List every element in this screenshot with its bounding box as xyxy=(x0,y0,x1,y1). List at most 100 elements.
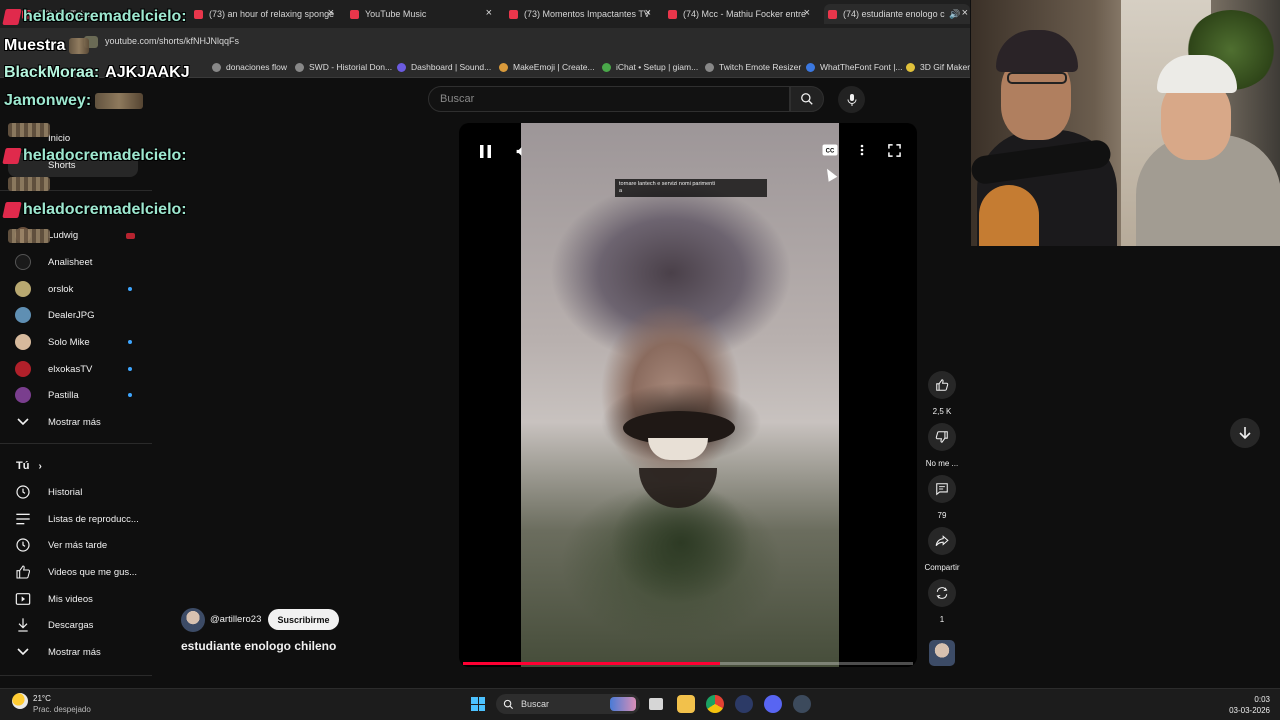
windows-taskbar xyxy=(0,688,1280,720)
sidebar-item-show-more-you[interactable]: Mostrar más xyxy=(14,640,154,664)
tab-label: (73) an hour of relaxing sponge xyxy=(209,9,335,19)
sidebar-item-liked-videos[interactable]: Videos que me gus... xyxy=(14,560,154,584)
you-section-heading[interactable]: Tú › xyxy=(16,460,42,472)
volume-button[interactable] xyxy=(511,141,531,161)
channel-avatar[interactable] xyxy=(181,608,205,632)
sidebar-item-playlists[interactable]: Listas de reproducc... xyxy=(14,507,154,531)
channel-name[interactable]: @artillero23 xyxy=(210,614,261,625)
tab-label: (73) Momentos Impactantes TV xyxy=(524,9,650,19)
search-button[interactable] xyxy=(790,86,824,112)
sidebar-item-analisheet[interactable]: Analisheet xyxy=(14,250,154,274)
sidebar-item-elxokastv[interactable]: elxokasTV xyxy=(14,357,154,381)
close-tab-icon[interactable]: × xyxy=(962,7,968,19)
taskbar-clock[interactable]: 0:03 03-03-2026 xyxy=(1226,694,1270,716)
windows-start-icon[interactable] xyxy=(471,697,485,711)
task-view-icon[interactable] xyxy=(649,698,663,710)
remix-button[interactable]: 1 xyxy=(922,579,962,624)
subscribe-button[interactable]: Suscribirme xyxy=(268,609,339,630)
voice-search-button[interactable] xyxy=(838,86,865,113)
chevron-down-icon xyxy=(14,413,32,431)
chat-text: AJKJAAKJ xyxy=(105,64,190,81)
sidebar-item-label: Descargas xyxy=(48,619,94,631)
thumbs-up-icon xyxy=(14,563,32,581)
sidebar-item-downloads[interactable]: Descargas xyxy=(14,613,154,637)
chat-emote-icon xyxy=(8,177,50,191)
close-tab-icon[interactable]: × xyxy=(645,7,651,19)
video-frame[interactable]: tornare lantech e servizi nomi parimenti… xyxy=(521,123,839,667)
share-label: Compartir xyxy=(924,563,960,572)
search-input[interactable]: Buscar xyxy=(428,86,790,112)
sidebar-item-dealerjpg[interactable]: DealerJPG xyxy=(14,303,154,327)
browser-tab[interactable]: (73) Momentos Impactantes TV × xyxy=(509,4,653,24)
video-progress-bar[interactable] xyxy=(463,662,913,665)
sidebar-item-solo-mike[interactable]: Solo Mike xyxy=(14,330,154,354)
sidebar-item-historial[interactable]: Historial xyxy=(14,480,154,504)
search-icon xyxy=(503,699,514,709)
bookmark-icon xyxy=(295,62,304,72)
browser-tab[interactable]: (74) Mcc - Mathiu Focker entre × xyxy=(668,4,812,24)
taskbar-search[interactable]: Buscar xyxy=(496,694,640,714)
bookmark-item[interactable]: 3D Gif Maker xyxy=(906,62,970,72)
sidebar-item-label: Pastilla xyxy=(48,389,79,401)
browser-tab[interactable]: YouTube Music × xyxy=(350,4,494,24)
bookmark-item[interactable]: SWD - Historial Don... xyxy=(295,62,392,72)
bookmark-icon xyxy=(705,62,714,72)
sidebar-item-my-videos[interactable]: Mis videos xyxy=(14,587,154,611)
youtube-favicon-icon xyxy=(828,9,837,19)
dislike-button[interactable]: No me ... xyxy=(922,423,962,468)
file-explorer-icon[interactable] xyxy=(677,695,695,713)
discord-icon[interactable] xyxy=(764,695,782,713)
sidebar-item-show-more[interactable]: Mostrar más xyxy=(14,410,154,434)
channel-avatar xyxy=(15,254,31,270)
app-arrow-icon[interactable] xyxy=(735,695,753,713)
bookmark-item[interactable]: WhatTheFont Font |... xyxy=(806,62,903,72)
weather-icon[interactable] xyxy=(12,693,28,709)
pause-button[interactable] xyxy=(475,141,495,161)
sidebar-item-pastilla[interactable]: Pastilla xyxy=(14,383,154,407)
live-badge xyxy=(126,233,135,239)
audio-playing-icon[interactable]: 🔊 xyxy=(949,9,960,20)
sound-source-thumbnail[interactable] xyxy=(922,640,962,666)
sidebar-item-label: elxokasTV xyxy=(48,363,93,375)
bookmark-item[interactable]: Dashboard | Sound... xyxy=(397,62,491,72)
comments-button[interactable]: 79 xyxy=(922,475,962,520)
sidebar-item-watch-later[interactable]: Ver más tarde xyxy=(14,533,154,557)
steam-icon[interactable] xyxy=(793,695,811,713)
chat-username: heladocremadelcielo: xyxy=(23,8,187,25)
youtube-favicon-icon xyxy=(668,9,677,19)
bookmark-icon xyxy=(906,62,915,72)
chat-message: BlackMoraa: AJKJAAKJ xyxy=(4,64,190,82)
channel-avatar xyxy=(15,307,31,323)
svg-text:CC: CC xyxy=(826,149,835,155)
tab-label: (74) estudiante enologo ch xyxy=(843,9,945,19)
sidebar-item-orslok[interactable]: orslok xyxy=(14,277,154,301)
bookmark-item[interactable]: iChat • Setup | giam... xyxy=(602,62,698,72)
video-title[interactable]: estudiante enologo chileno xyxy=(181,639,336,653)
close-tab-icon[interactable]: × xyxy=(486,7,492,19)
share-icon xyxy=(935,535,949,546)
browser-tab-active[interactable]: (74) estudiante enologo ch 🔊 × xyxy=(824,4,970,24)
url-field[interactable]: youtube.com/shorts/kfNHJNlqqFs xyxy=(105,36,239,46)
more-options-button[interactable] xyxy=(853,141,871,159)
next-short-button[interactable] xyxy=(1230,418,1260,448)
sidebar-divider xyxy=(0,443,152,444)
dislike-label: No me ... xyxy=(925,459,959,468)
sidebar-item-label: Mostrar más xyxy=(48,646,101,658)
share-button[interactable]: Compartir xyxy=(922,527,962,572)
fullscreen-button[interactable] xyxy=(885,141,903,159)
close-tab-icon[interactable]: × xyxy=(328,7,334,19)
bookmark-item[interactable]: MakeEmoji | Create... xyxy=(499,62,595,72)
weather-condition[interactable]: Prac. despejado xyxy=(33,705,91,714)
browser-tab[interactable]: (73) an hour of relaxing sponge × xyxy=(194,4,336,24)
chat-username: Jamonwey: xyxy=(4,92,92,109)
chrome-icon[interactable] xyxy=(706,695,724,713)
bookmark-item[interactable]: Twitch Emote Resizer xyxy=(705,62,801,72)
captions-button[interactable]: CC xyxy=(821,141,839,159)
download-icon xyxy=(14,616,32,634)
like-button[interactable]: 2,5 K xyxy=(922,371,962,416)
shorts-player[interactable]: tornare lantech e servizi nomi parimenti… xyxy=(459,123,917,667)
weather-temperature[interactable]: 21°C xyxy=(33,694,51,703)
bookmark-item[interactable]: donaciones flow xyxy=(212,62,287,72)
close-tab-icon[interactable]: × xyxy=(804,7,810,19)
chat-badge-icon xyxy=(2,9,22,25)
